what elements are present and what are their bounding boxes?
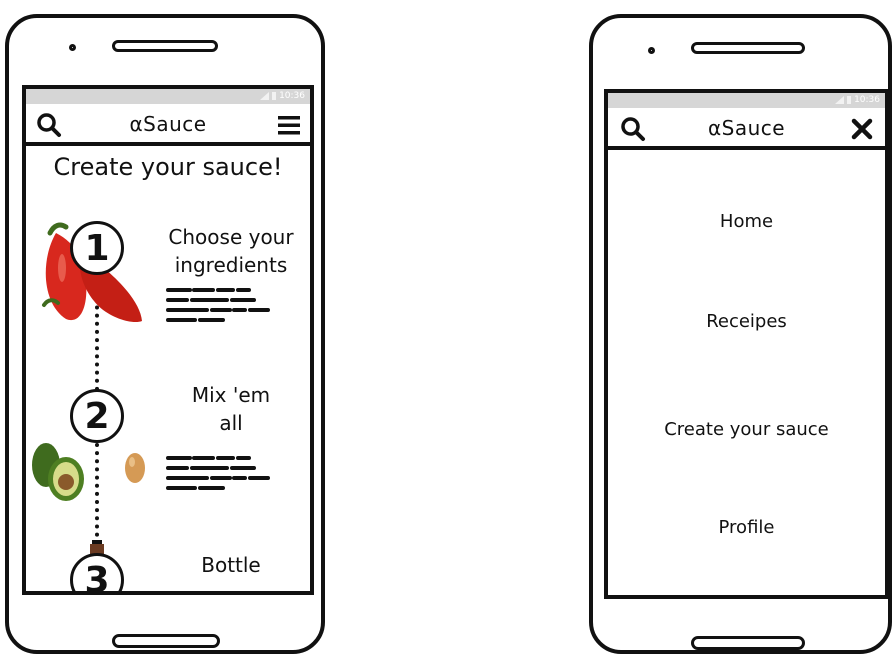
menu-item-create-your-sauce[interactable]: Create your sauce <box>608 419 885 440</box>
step-number-badge: 3 <box>70 553 124 591</box>
step-connector <box>95 443 99 553</box>
egg-image <box>125 453 145 483</box>
screen-create-sauce: 10:36 αSauce Create your sauce! 1 Choose… <box>22 85 314 595</box>
camera-dot <box>648 47 655 54</box>
bottle-cap-image <box>90 540 104 554</box>
app-bar: αSauce <box>26 104 310 146</box>
step-title: Bottle <box>176 551 286 579</box>
placeholder-text-scribble <box>166 456 270 490</box>
step-title-line: all <box>219 411 243 435</box>
app-bar: αSauce <box>608 108 885 150</box>
status-time: 10:36 <box>854 95 880 105</box>
status-bar: 10:36 <box>608 93 885 108</box>
home-button[interactable] <box>691 636 805 650</box>
menu-item-profile[interactable]: Profile <box>608 517 885 538</box>
menu-item-home[interactable]: Home <box>608 211 885 232</box>
phone-frame-left: 10:36 αSauce Create your sauce! 1 Choose… <box>5 14 325 654</box>
step-title: Mix 'em all <box>166 381 296 437</box>
hamburger-menu-icon[interactable] <box>276 112 302 138</box>
screen-nav-menu: 10:36 αSauce Home Receipes Create your s… <box>604 89 889 599</box>
step-number-badge: 1 <box>70 221 124 275</box>
step-title-line: Mix 'em <box>191 383 271 407</box>
speaker-slot <box>112 40 218 52</box>
close-icon[interactable] <box>849 116 875 142</box>
camera-dot <box>69 44 76 51</box>
step-title-line: Bottle <box>201 553 261 577</box>
app-title: αSauce <box>707 116 786 140</box>
status-time: 10:36 <box>279 91 305 101</box>
step-title-line: Choose your <box>168 225 294 249</box>
signal-icon <box>835 95 845 104</box>
step-title: Choose your ingredients <box>156 223 306 279</box>
step-number-badge: 2 <box>70 389 124 443</box>
home-button[interactable] <box>112 634 220 648</box>
placeholder-text-scribble <box>166 288 270 322</box>
phone-frame-right: 10:36 αSauce Home Receipes Create your s… <box>589 14 892 654</box>
avocado-image <box>32 443 84 501</box>
battery-icon <box>847 95 852 104</box>
status-bar: 10:36 <box>26 89 310 104</box>
menu-item-receipes[interactable]: Receipes <box>608 311 885 332</box>
speaker-slot <box>691 42 805 54</box>
page-headline: Create your sauce! <box>53 153 283 181</box>
step-title-line: ingredients <box>174 253 288 277</box>
app-title: αSauce <box>129 112 207 136</box>
battery-icon <box>272 91 277 100</box>
signal-icon <box>260 91 270 100</box>
